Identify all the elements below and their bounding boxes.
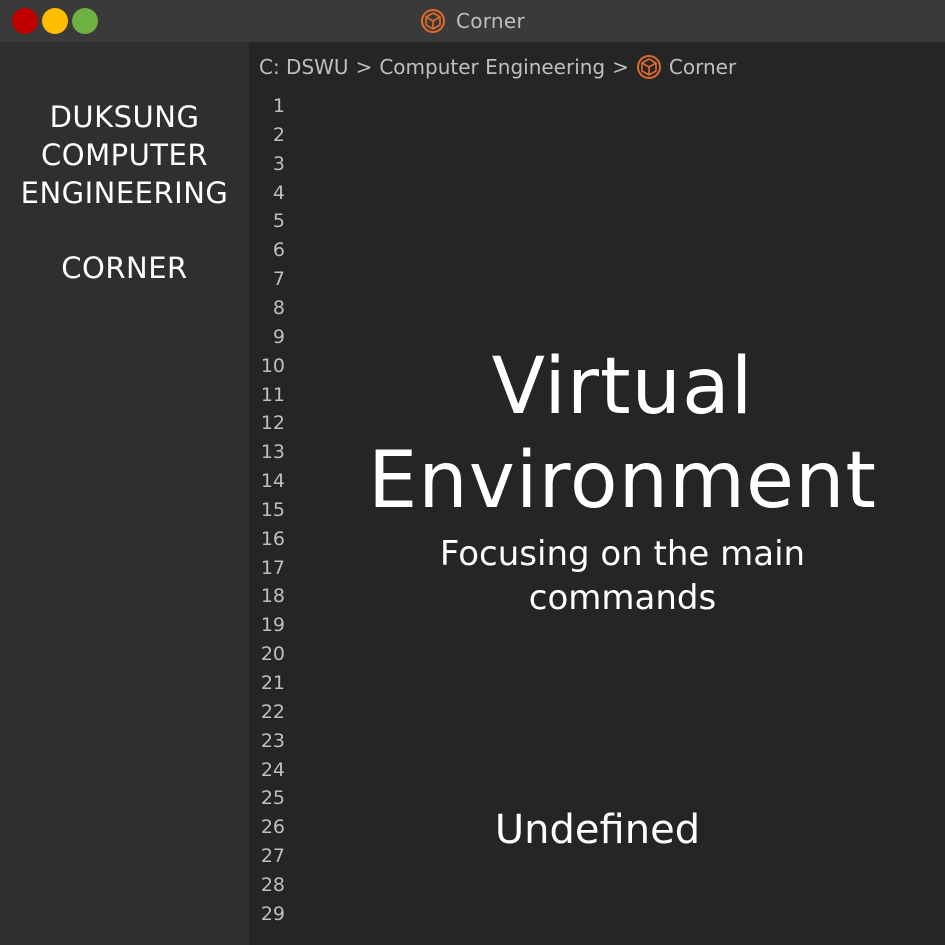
- line-number: 17: [260, 556, 285, 579]
- sidebar: DUKSUNG COMPUTER ENGINEERING CORNER: [0, 42, 249, 945]
- cube-icon: [636, 54, 662, 80]
- line-number: 26: [260, 816, 285, 839]
- line-number: 19: [260, 614, 285, 637]
- line-number: 7: [272, 268, 285, 291]
- title-bar: Corner: [0, 0, 945, 42]
- breadcrumb-separator: >: [355, 55, 373, 79]
- line-number: 13: [260, 441, 285, 464]
- window-title: Corner: [455, 9, 526, 33]
- breadcrumb-item-drive[interactable]: C: DSWU: [259, 55, 349, 79]
- status-label: Undefined: [494, 807, 701, 853]
- line-number: 14: [260, 470, 285, 493]
- line-number: 22: [260, 700, 285, 723]
- line-number: 8: [272, 296, 285, 319]
- breadcrumb-item-corner[interactable]: Corner: [669, 55, 736, 79]
- line-number: 11: [260, 383, 285, 406]
- line-number: 18: [260, 585, 285, 608]
- cube-icon: [420, 8, 446, 34]
- main-subtitle: Focusing on the main commands: [439, 534, 806, 618]
- line-number: 4: [272, 181, 285, 204]
- line-number: 10: [260, 354, 285, 377]
- line-number: 15: [260, 498, 285, 521]
- line-number: 24: [260, 758, 285, 781]
- line-number: 12: [260, 412, 285, 435]
- line-number: 2: [272, 123, 285, 146]
- line-number: 28: [260, 873, 285, 896]
- line-number: 3: [272, 152, 285, 175]
- window-title-group: Corner: [0, 0, 945, 42]
- breadcrumb-separator: >: [612, 55, 629, 79]
- line-number: 9: [272, 325, 285, 348]
- line-number: 20: [260, 643, 285, 666]
- line-number: 29: [260, 902, 285, 925]
- breadcrumb: C: DSWU > Computer Engineering > Corner: [259, 52, 736, 82]
- line-number: 5: [272, 210, 285, 233]
- sidebar-subtitle: CORNER: [61, 251, 188, 285]
- line-number: 16: [260, 527, 285, 550]
- line-number: 6: [272, 239, 285, 262]
- app-window: Corner DUKSUNG COMPUTER ENGINEERING CORN…: [0, 0, 945, 945]
- line-number: 21: [260, 672, 285, 694]
- line-number: 27: [260, 845, 285, 868]
- line-number: 23: [260, 729, 285, 752]
- line-number: 1: [272, 95, 285, 117]
- sidebar-title: DUKSUNG COMPUTER ENGINEERING: [20, 100, 229, 210]
- main-title: Virtual Environment: [367, 342, 878, 526]
- breadcrumb-item-computer-engineering[interactable]: Computer Engineering: [379, 55, 605, 79]
- line-number: 25: [260, 787, 285, 810]
